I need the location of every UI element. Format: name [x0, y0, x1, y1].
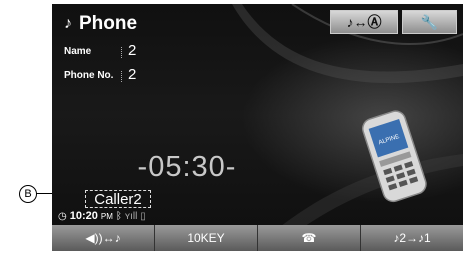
bluetooth-icon: ᛒ: [115, 210, 122, 222]
page-title: ♪ Phone: [64, 13, 137, 35]
status-ampm: PM: [100, 211, 113, 221]
hangup-icon: ☎: [301, 231, 317, 245]
clock-icon: ◷: [58, 210, 67, 222]
tenkey-button[interactable]: 10KEY: [155, 225, 258, 251]
phone-number-value: 2: [128, 66, 137, 83]
mobile-phone-image: ALPINE: [361, 110, 427, 203]
source-switch-button[interactable]: ♪↔Ⓐ: [330, 10, 398, 34]
settings-button[interactable]: 🔧: [402, 10, 457, 34]
switch-phone-button[interactable]: ♪2→♪1: [361, 225, 463, 251]
separator: [121, 47, 122, 58]
status-bar: ◷ 10:20 PM ᛒ ʏıll ▯: [58, 210, 146, 222]
audio-transfer-label: ◀))↔♪: [85, 231, 121, 245]
source-switch-label: ♪↔Ⓐ: [346, 14, 382, 30]
switch-phone-label: ♪2→♪1: [393, 231, 431, 245]
call-timer: -05:30-: [137, 151, 237, 183]
callout-marker: B: [19, 185, 37, 203]
phone-number-row: Phone No. 2: [64, 66, 136, 83]
phone-screen: ♪ Phone ♪↔Ⓐ 🔧 Name 2 Phone No. 2 -05:30-…: [52, 4, 463, 251]
separator: [121, 71, 122, 82]
audio-transfer-button[interactable]: ◀))↔♪: [52, 225, 155, 251]
tenkey-label: 10KEY: [187, 231, 225, 245]
caller-name: Caller2: [85, 190, 151, 208]
signal-icon: ʏıll: [124, 210, 138, 222]
name-value: 2: [128, 42, 137, 59]
name-row: Name 2: [64, 42, 136, 59]
wrench-icon: 🔧: [420, 13, 439, 30]
bottom-toolbar: ◀))↔♪ 10KEY ☎ ♪2→♪1: [52, 225, 463, 251]
status-time: 10:20: [69, 210, 98, 222]
phone-number-label: Phone No.: [64, 70, 114, 81]
title-text: Phone: [79, 13, 138, 34]
battery-icon: ▯: [140, 210, 146, 222]
name-label: Name: [64, 46, 92, 57]
hangup-button[interactable]: ☎: [258, 225, 361, 251]
music-note-icon: ♪: [64, 15, 72, 32]
